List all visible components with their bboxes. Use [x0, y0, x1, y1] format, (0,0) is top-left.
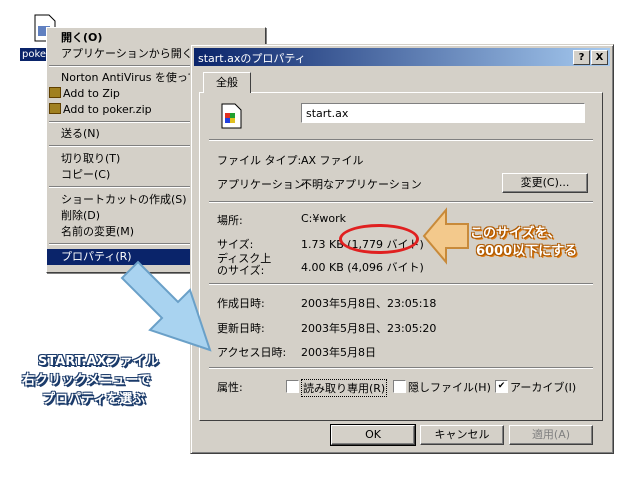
file-type-label: ファイル タイプ:	[217, 154, 302, 167]
application-label: アプリケーション:	[217, 178, 309, 191]
right-annotation-line2: 6000以下にする	[476, 244, 578, 259]
left-annotation-line3: プロパティを選ぶ	[42, 392, 146, 407]
disk-size-value: 4.00 KB (4,096 バイト)	[301, 261, 424, 274]
created-value: 2003年5月8日、23:05:18	[301, 297, 437, 310]
dialog-title: start.axのプロパティ	[198, 52, 306, 65]
dialog-titlebar[interactable]: start.axのプロパティ ? X	[194, 48, 610, 66]
location-value: C:¥work	[301, 212, 347, 225]
hidden-checkbox[interactable]	[393, 380, 406, 393]
zip-icon	[49, 103, 61, 114]
accessed-value: 2003年5月8日	[301, 346, 376, 359]
archive-checkbox[interactable]: ✔	[495, 380, 508, 393]
file-type-value: AX ファイル	[301, 154, 364, 167]
modified-value: 2003年5月8日、23:05:20	[301, 322, 437, 335]
left-annotation-line2: 右クリックメニューで	[22, 373, 151, 388]
close-button[interactable]: X	[591, 50, 608, 65]
divider	[209, 139, 593, 141]
cancel-button[interactable]: キャンセル	[420, 425, 504, 445]
file-name-input[interactable]	[301, 103, 585, 123]
divider	[209, 367, 593, 369]
divider	[209, 283, 593, 285]
size-highlight-ellipse	[339, 224, 419, 254]
file-type-icon	[221, 103, 242, 129]
help-button[interactable]: ?	[573, 50, 590, 65]
divider	[209, 201, 593, 203]
location-label: 場所:	[217, 214, 243, 227]
change-button[interactable]: 変更(C)...	[502, 173, 588, 193]
application-value: 不明なアプリケーション	[301, 178, 422, 191]
zip-icon	[49, 87, 61, 98]
archive-label[interactable]: アーカイブ(I)	[510, 379, 576, 395]
attributes-label: 属性:	[217, 381, 243, 394]
hidden-label[interactable]: 隠しファイル(H)	[408, 379, 491, 395]
arrow-orange-icon	[422, 207, 469, 265]
readonly-checkbox[interactable]	[286, 380, 299, 393]
left-annotation-line1: START.AXファイル	[38, 354, 159, 369]
apply-button[interactable]: 適用(A)	[509, 425, 593, 445]
ok-button[interactable]: OK	[330, 424, 416, 446]
right-annotation-line1: このサイズを、	[470, 226, 561, 241]
size-label: サイズ:	[217, 238, 254, 251]
readonly-label[interactable]: 読み取り専用(R)	[301, 379, 388, 397]
tab-general[interactable]: 全般	[203, 72, 251, 93]
